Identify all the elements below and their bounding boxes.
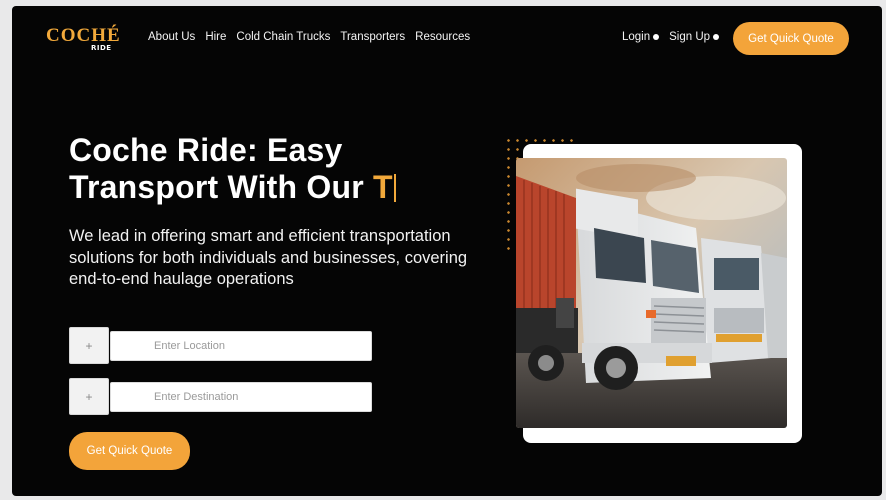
header-quote-button[interactable]: Get Quick Quote [733, 22, 849, 55]
typed-text: T [372, 169, 393, 205]
nav-resources[interactable]: Resources [415, 31, 470, 43]
signup-label: Sign Up [669, 31, 711, 43]
hero-title: Coche Ride: Easy Transport With Our T [69, 132, 449, 206]
signup-link[interactable]: Sign Up [669, 31, 720, 43]
hero-title-line1: Coche Ride: Easy [69, 132, 343, 168]
brand-logo[interactable]: COCHÉ RIDE [46, 24, 120, 56]
typing-caret [393, 174, 396, 202]
auth-links: Login Sign Up [622, 31, 720, 43]
hero-quote-button[interactable]: Get Quick Quote [69, 432, 190, 470]
main-nav: About Us Hire Cold Chain Trucks Transpor… [148, 31, 470, 43]
location-plus-button[interactable]: + [69, 327, 109, 364]
nav-hire[interactable]: Hire [205, 31, 226, 43]
destination-plus-button[interactable]: + [69, 378, 109, 415]
nav-transporters[interactable]: Transporters [340, 31, 405, 43]
page-frame: COCHÉ RIDE About Us Hire Cold Chain Truc… [12, 6, 882, 496]
login-link[interactable]: Login [622, 31, 660, 43]
logo-subtext: RIDE [91, 44, 112, 52]
destination-row: + [69, 378, 372, 415]
destination-input[interactable] [110, 381, 372, 412]
login-label: Login [622, 31, 651, 43]
dot-icon [653, 34, 660, 40]
hero-title-line2: Transport With Our [69, 169, 373, 205]
dot-icon [713, 34, 720, 40]
nav-about-us[interactable]: About Us [148, 31, 195, 43]
location-row: + [69, 327, 372, 364]
nav-cold-chain-trucks[interactable]: Cold Chain Trucks [236, 31, 330, 43]
trucks-photo [516, 158, 787, 428]
location-input[interactable] [110, 330, 372, 361]
hero-description: We lead in offering smart and efficient … [69, 227, 468, 288]
